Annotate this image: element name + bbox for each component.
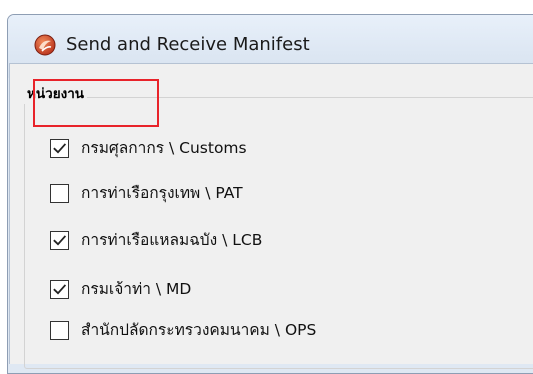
- highlight-annotation-box: [33, 79, 159, 127]
- option-pat[interactable]: การท่าเรือกรุงเทพ \ PAT: [50, 181, 243, 205]
- checkmark-icon: [53, 283, 67, 294]
- option-ops[interactable]: สำนักปลัดกระทรวงคมนาคม \ OPS: [50, 318, 316, 342]
- window-title: Send and Receive Manifest: [66, 34, 310, 55]
- option-label: การท่าเรือกรุงเทพ \ PAT: [81, 184, 243, 202]
- checkbox-md[interactable]: [50, 279, 69, 299]
- option-label: กรมเจ้าท่า \ MD: [81, 280, 192, 298]
- option-md[interactable]: กรมเจ้าท่า \ MD: [50, 277, 191, 301]
- option-label: สำนักปลัดกระทรวงคมนาคม \ OPS: [81, 321, 317, 339]
- checkbox-pat[interactable]: [50, 183, 69, 203]
- checkmark-icon: [53, 234, 67, 245]
- option-customs[interactable]: กรมศุลกากร \ Customs: [50, 136, 247, 160]
- checkmark-icon: [53, 142, 67, 153]
- checkbox-customs[interactable]: [50, 138, 69, 158]
- checkbox-ops[interactable]: [50, 320, 69, 340]
- option-label: กรมศุลกากร \ Customs: [81, 139, 247, 157]
- option-label: การท่าเรือแหลมฉบัง \ LCB: [81, 231, 263, 249]
- app-icon: [34, 34, 56, 56]
- checkbox-lcb[interactable]: [50, 230, 69, 250]
- option-lcb[interactable]: การท่าเรือแหลมฉบัง \ LCB: [50, 228, 262, 252]
